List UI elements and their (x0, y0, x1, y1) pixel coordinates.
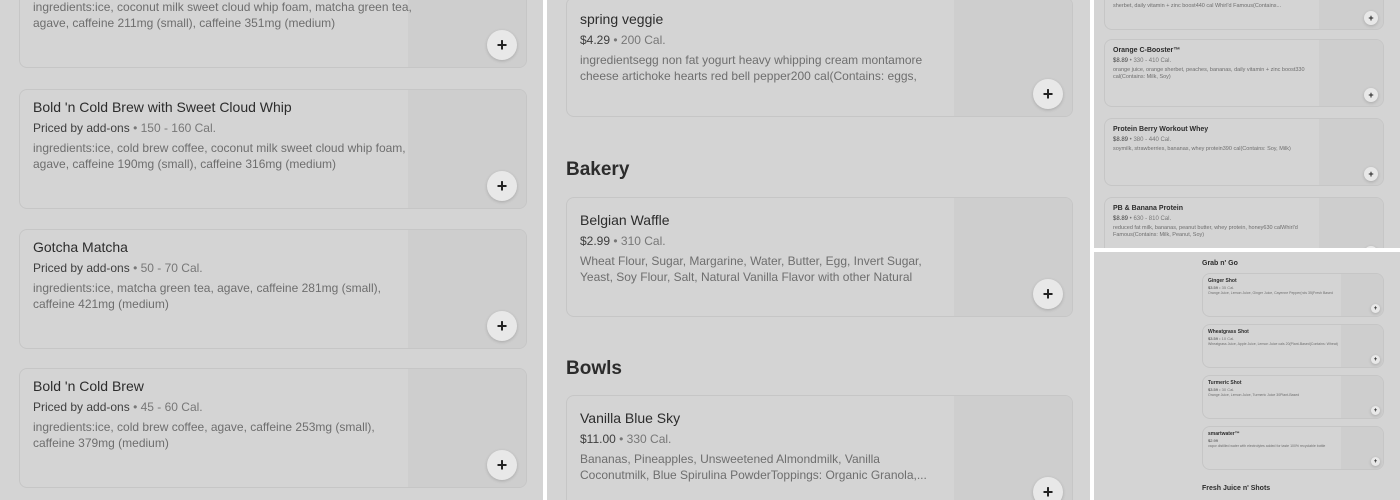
add-item-button[interactable]: + (1371, 457, 1380, 466)
menu-item-card[interactable]: Bold 'n Cold Brew with Sweet Cloud Whip … (19, 89, 527, 209)
add-item-button[interactable]: + (487, 450, 517, 480)
menu-item-card[interactable]: Protein Berry Workout Whey $8.89 • 380 -… (1104, 118, 1384, 186)
item-name: Turmeric Shot (1208, 380, 1242, 386)
menu-item-card[interactable]: Turmeric Shot $3.59 • 30 Cal. Orange Jui… (1202, 375, 1384, 419)
item-name: Orange C-Booster™ (1113, 47, 1181, 54)
menu-panel-drinks: ingredients:ice, coconut milk sweet clou… (0, 0, 543, 500)
item-name: smartwater™ (1208, 431, 1240, 437)
menu-panel-grab-n-go: Grab n' Go Ginger Shot $3.59 • 35 Cal. O… (1094, 252, 1400, 500)
item-name: Protein Berry Workout Whey (1113, 126, 1209, 133)
item-meta: Priced by add-ons • 150 - 160 Cal. (33, 121, 216, 135)
item-description: ingredients:ice, cold brew coffee, cocon… (33, 141, 406, 171)
item-name: spring veggie (580, 11, 664, 27)
add-item-button[interactable]: + (1033, 477, 1063, 500)
section-title-bakery: Bakery (566, 159, 630, 180)
menu-item-card[interactable]: sherbet, daily vitamin + zinc boost440 c… (1104, 0, 1384, 30)
item-meta: $3.59 • 35 Cal. (1208, 285, 1235, 290)
item-meta: $8.89 • 380 - 440 Cal. (1113, 137, 1172, 143)
item-meta: $2.99 (1208, 438, 1219, 443)
menu-item-card[interactable]: Ginger Shot $3.59 • 35 Cal. Orange Juice… (1202, 273, 1384, 317)
menu-item-card[interactable]: Vanilla Blue Sky $11.00 • 330 Cal. Banan… (566, 395, 1073, 500)
item-meta: $8.89 • 630 - 810 Cal. (1113, 216, 1172, 222)
item-description: Orange Juice, Lemon Juice, Turmeric Juic… (1208, 393, 1300, 397)
item-description: sherbet, daily vitamin + zinc boost440 c… (1113, 3, 1282, 9)
item-name: Vanilla Blue Sky (580, 410, 681, 426)
add-item-button[interactable]: + (1371, 406, 1380, 415)
item-image (1319, 198, 1383, 248)
item-name: Wheatgrass Shot (1208, 329, 1249, 335)
item-meta: $3.59 • 10 Cal. (1208, 336, 1235, 341)
item-description: orange juice, orange sherbet, peaches, b… (1113, 67, 1305, 80)
add-item-button[interactable]: + (1364, 88, 1378, 102)
item-name: Gotcha Matcha (33, 239, 128, 255)
item-description: ingredientsegg non fat yogurt heavy whip… (580, 53, 923, 83)
item-meta: $11.00 • 330 Cal. (580, 432, 672, 446)
add-item-button[interactable]: + (1364, 11, 1378, 25)
add-item-button[interactable]: + (487, 30, 517, 60)
item-name: Ginger Shot (1208, 278, 1237, 284)
menu-item-card[interactable]: smartwater™ $2.99 vapor distilled water … (1202, 426, 1384, 470)
item-description: ingredients:ice, cold brew coffee, agave… (33, 420, 375, 450)
item-meta: $4.29 • 200 Cal. (580, 33, 666, 47)
menu-item-card[interactable]: Wheatgrass Shot $3.59 • 10 Cal. Wheatgra… (1202, 324, 1384, 368)
item-description: soymilk, strawberries, bananas, whey pro… (1113, 146, 1291, 152)
item-name: Bold 'n Cold Brew (33, 378, 144, 394)
menu-item-card[interactable]: Bold 'n Cold Brew Priced by add-ons • 45… (19, 368, 527, 488)
item-description: vapor distilled water with electrolytes … (1208, 444, 1326, 448)
item-meta: $8.89 • 330 - 410 Cal. (1113, 58, 1172, 64)
menu-panel-smoothies: sherbet, daily vitamin + zinc boost440 c… (1094, 0, 1400, 248)
item-description: Wheatgrass Juice, Apple Juice, Lemon Jui… (1208, 342, 1338, 346)
item-meta: Priced by add-ons • 50 - 70 Cal. (33, 261, 203, 275)
section-title-grab-n-go: Grab n' Go (1202, 260, 1238, 267)
section-title-fresh-juice: Fresh Juice n' Shots (1202, 485, 1271, 492)
menu-item-card[interactable]: PB & Banana Protein $8.89 • 630 - 810 Ca… (1104, 197, 1384, 248)
menu-item-card[interactable]: Belgian Waffle $2.99 • 310 Cal. Wheat Fl… (566, 197, 1073, 317)
menu-panel-food: spring veggie $4.29 • 200 Cal. ingredien… (547, 0, 1090, 500)
item-name: Bold 'n Cold Brew with Sweet Cloud Whip (33, 99, 292, 115)
menu-item-card[interactable]: Orange C-Booster™ $8.89 • 330 - 410 Cal.… (1104, 39, 1384, 107)
item-meta: Priced by add-ons • 45 - 60 Cal. (33, 400, 203, 414)
item-meta: $3.59 • 30 Cal. (1208, 387, 1235, 392)
menu-item-card[interactable]: spring veggie $4.29 • 200 Cal. ingredien… (566, 0, 1073, 117)
menu-item-card[interactable]: ingredients:ice, coconut milk sweet clou… (19, 0, 527, 68)
add-item-button[interactable]: + (1033, 79, 1063, 109)
item-name: PB & Banana Protein (1113, 205, 1184, 212)
add-item-button[interactable]: + (1033, 279, 1063, 309)
item-description: Orange Juice, Lemon Juice, Ginger Juice,… (1208, 291, 1333, 295)
add-item-button[interactable]: + (487, 171, 517, 201)
add-item-button[interactable]: + (1371, 304, 1380, 313)
add-item-button[interactable]: + (1364, 167, 1378, 181)
item-description: ingredients:ice, matcha green tea, agave… (33, 281, 381, 311)
item-description: ingredients:ice, coconut milk sweet clou… (33, 0, 412, 30)
menu-item-card[interactable]: Gotcha Matcha Priced by add-ons • 50 - 7… (19, 229, 527, 349)
add-item-button[interactable]: + (487, 311, 517, 341)
item-name: Belgian Waffle (580, 212, 670, 228)
item-description: Wheat Flour, Sugar, Margarine, Water, Bu… (580, 254, 922, 284)
item-description: reduced fat milk, bananas, peanut butter… (1113, 225, 1298, 238)
add-item-button[interactable]: + (1371, 355, 1380, 364)
item-description: Bananas, Pineapples, Unsweetened Almondm… (580, 452, 927, 482)
item-meta: $2.99 • 310 Cal. (580, 234, 666, 248)
section-title-bowls: Bowls (566, 358, 622, 379)
